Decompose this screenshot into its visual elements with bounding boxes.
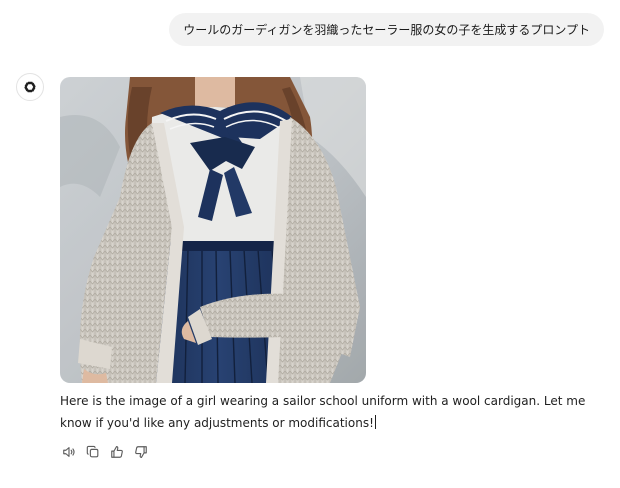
thumbs-up-icon	[111, 446, 123, 458]
generated-image-illustration	[60, 77, 366, 383]
copy-button[interactable]	[84, 443, 102, 461]
thumbs-down-button[interactable]	[132, 443, 150, 461]
thumbs-up-button[interactable]	[108, 443, 126, 461]
copy-icon	[86, 445, 99, 458]
thumbs-down-icon	[135, 446, 147, 458]
read-aloud-icon	[63, 447, 75, 457]
openai-logo-icon	[24, 81, 36, 93]
assistant-avatar	[16, 73, 44, 101]
chat-page: ウールのガーディガンを羽織ったセーラー服の女の子を生成するプロンプト Here …	[0, 0, 620, 488]
assistant-reply-text: Here is the image of a girl wearing a sa…	[60, 394, 586, 430]
text-cursor	[374, 415, 376, 429]
generated-image[interactable]	[60, 77, 366, 383]
message-actions	[60, 443, 150, 461]
user-message-text: ウールのガーディガンを羽織ったセーラー服の女の子を生成するプロンプト	[183, 23, 590, 37]
assistant-reply: Here is the image of a girl wearing a sa…	[60, 390, 590, 434]
user-message-bubble: ウールのガーディガンを羽織ったセーラー服の女の子を生成するプロンプト	[169, 13, 604, 46]
read-aloud-button[interactable]	[60, 443, 78, 461]
